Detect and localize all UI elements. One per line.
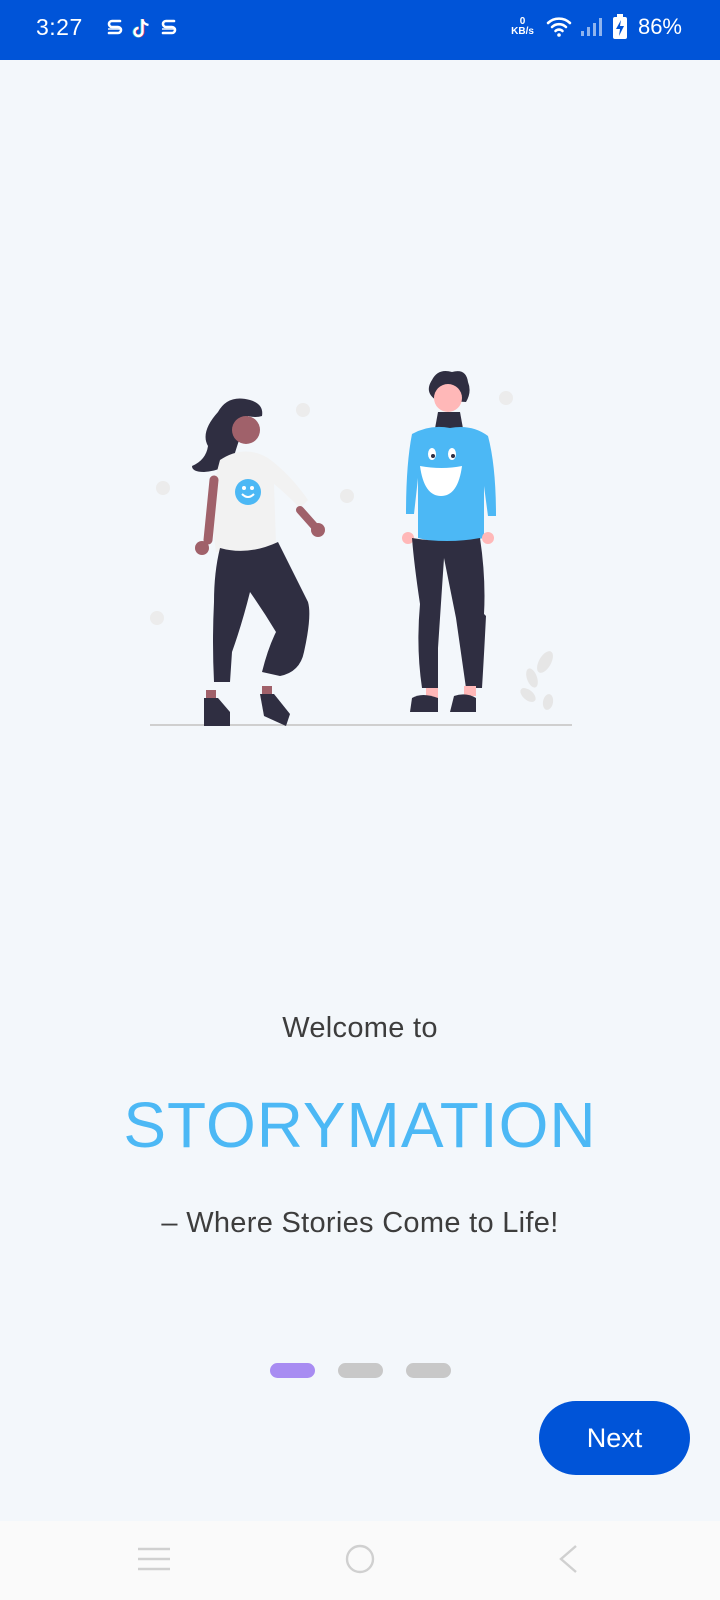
plant-leaves <box>520 651 554 710</box>
page-dot-2[interactable] <box>338 1363 383 1378</box>
next-button[interactable]: Next <box>539 1401 690 1475</box>
man-figure <box>402 371 496 712</box>
status-right: 0 KB/s 86% <box>511 14 682 40</box>
page-dot-3[interactable] <box>406 1363 451 1378</box>
onboarding-screen: 3:27 0 KB/s 86% Welcome to STORYMATION –… <box>0 0 720 1600</box>
welcome-text: Welcome to <box>282 1012 438 1044</box>
page-dot-1[interactable] <box>270 1363 315 1378</box>
status-bar: 3:27 0 KB/s 86% <box>0 0 720 60</box>
status-time: 3:27 <box>36 14 83 40</box>
brand-name: STORYMATION <box>123 1089 597 1161</box>
menu-icon <box>138 1547 170 1571</box>
welcome-illustration <box>150 371 572 726</box>
net-speed-unit: KB/s <box>511 26 534 37</box>
s-app-icon <box>107 19 123 35</box>
menu-button[interactable] <box>132 1539 176 1579</box>
notification-icons <box>106 17 178 41</box>
battery-charging-icon <box>612 14 627 39</box>
s-app-icon <box>161 19 177 35</box>
tiktok-icon <box>132 19 149 38</box>
net-speed: 0 KB/s <box>511 17 534 37</box>
battery-percent: 86% <box>637 14 682 39</box>
home-button[interactable] <box>338 1539 382 1579</box>
signal-icon <box>580 18 602 36</box>
back-icon <box>559 1545 577 1573</box>
back-button[interactable] <box>546 1539 590 1579</box>
page-indicator <box>270 1363 451 1378</box>
woman-figure <box>192 398 325 726</box>
wifi-icon <box>546 17 572 37</box>
navigation-bar <box>0 1521 720 1600</box>
tagline: – Where Stories Come to Life! <box>161 1207 559 1239</box>
home-icon <box>345 1544 375 1574</box>
